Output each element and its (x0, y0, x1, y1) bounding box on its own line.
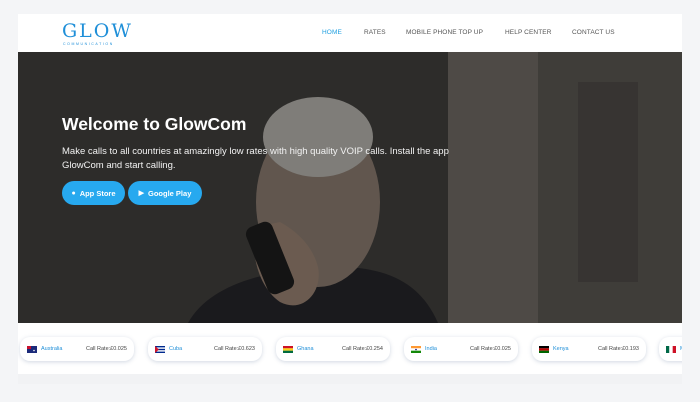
google-play-label: Google Play (148, 188, 192, 198)
nav-help-center[interactable]: HELP CENTER (505, 29, 552, 36)
country-name: India (425, 346, 437, 352)
section-divider (18, 374, 682, 384)
rate-card[interactable]: Cuba Call Rate:£0.623 (148, 337, 262, 361)
india-flag-icon (411, 346, 421, 353)
play-icon: ▶ (138, 189, 145, 197)
logo-text: GLOW (62, 20, 133, 42)
country-name: Australia (41, 346, 63, 352)
logo-subtitle: COMMUNICATION (63, 42, 114, 46)
rate-card[interactable]: Me (659, 337, 682, 361)
google-play-button[interactable]: ▶ Google Play (128, 181, 202, 205)
site-header: GLOW COMMUNICATION HOME RATES MOBILE PHO… (18, 14, 682, 52)
nav-mobile-top-up[interactable]: MOBILE PHONE TOP UP (406, 29, 483, 36)
rate-card[interactable]: Kenya Call Rate:£0.193 (532, 337, 646, 361)
rates-strip: Australia Call Rate:£0.025 Cuba Call Rat… (18, 337, 682, 363)
country-name: Cuba (169, 346, 183, 352)
apple-icon: ● (71, 189, 76, 197)
call-rate: Call Rate:£0.254 (342, 346, 383, 352)
rate-card[interactable]: Australia Call Rate:£0.025 (20, 337, 134, 361)
ghana-flag-icon (283, 346, 293, 353)
country-name: Kenya (553, 346, 569, 352)
call-rate: Call Rate:£0.193 (598, 346, 639, 352)
app-store-button[interactable]: ● App Store (62, 181, 125, 205)
call-rate: Call Rate:£0.025 (86, 346, 127, 352)
nav-contact-us[interactable]: CONTACT US (572, 29, 615, 36)
cuba-flag-icon (155, 346, 165, 353)
kenya-flag-icon (539, 346, 549, 353)
hero-banner: Welcome to GlowCom Make calls to all cou… (18, 52, 682, 323)
call-rate: Call Rate:£0.623 (214, 346, 255, 352)
country-name: Me (680, 346, 682, 352)
nav-home[interactable]: HOME (322, 29, 342, 36)
mexico-flag-icon (666, 346, 676, 353)
rate-card[interactable]: India Call Rate:£0.025 (404, 337, 518, 361)
nav-rates[interactable]: RATES (364, 29, 386, 36)
australia-flag-icon (27, 346, 37, 353)
page-frame: GLOW COMMUNICATION HOME RATES MOBILE PHO… (18, 14, 682, 384)
app-store-label: App Store (79, 188, 116, 198)
glow-logo[interactable]: GLOW COMMUNICATION (62, 20, 142, 48)
call-rate: Call Rate:£0.025 (470, 346, 511, 352)
rate-card[interactable]: Ghana Call Rate:£0.254 (276, 337, 390, 361)
hero-description: Make calls to all countries at amazingly… (62, 146, 449, 171)
country-name: Ghana (297, 346, 314, 352)
hero-title: Welcome to GlowCom (62, 114, 247, 134)
